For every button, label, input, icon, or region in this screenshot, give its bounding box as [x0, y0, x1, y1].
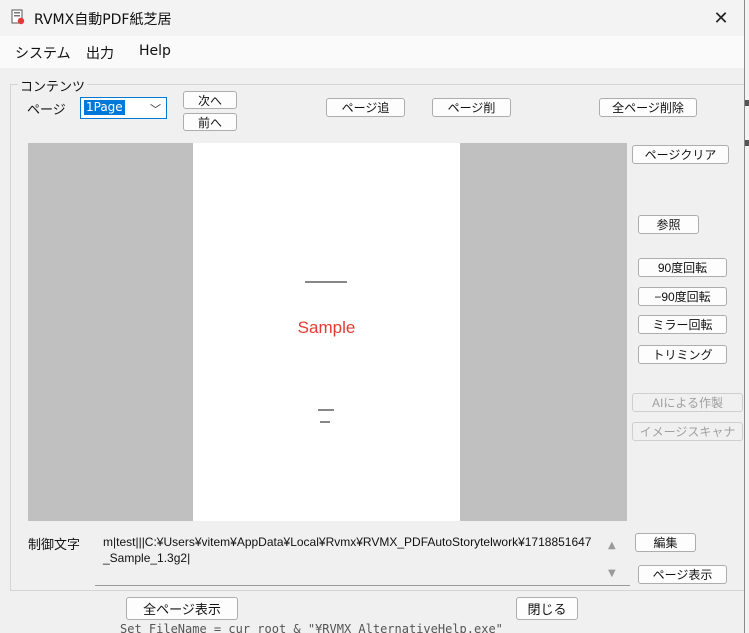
app-icon	[11, 9, 25, 25]
sample-text: Sample	[297, 318, 356, 337]
edit-button[interactable]: 編集	[635, 533, 696, 552]
trimming-button[interactable]: トリミング	[638, 345, 727, 364]
chevron-down-icon[interactable]: ﹀	[150, 101, 161, 117]
app-window: RVMX自動PDF紙芝居 ✕ システム 出力 Help コンテンツ ページ 1P…	[0, 0, 745, 633]
rotate-90-button[interactable]: 90度回転	[638, 258, 727, 277]
page-select-value: 1Page	[84, 100, 125, 115]
menu-output[interactable]: 出力	[86, 43, 114, 63]
preview-canvas: Sample	[28, 143, 627, 521]
page-show-button[interactable]: ページ表示	[638, 565, 727, 584]
control-text[interactable]: m|test|||C:¥Users¥vitem¥AppData¥Local¥Rv…	[103, 534, 597, 566]
background-code-text: Set FileName = cur_root & "¥RVMX_Alterna…	[120, 622, 503, 633]
image-scanner-button[interactable]: イメージスキャナ	[632, 422, 743, 441]
menu-system[interactable]: システム	[15, 43, 71, 63]
scroll-up-icon[interactable]: ▲	[608, 540, 616, 551]
page-label: ページ	[27, 103, 66, 118]
page-date-text	[318, 409, 334, 411]
prev-button[interactable]: 前へ	[183, 113, 237, 131]
delete-all-pages-button[interactable]: 全ページ削除	[599, 98, 697, 117]
contents-group-label: コンテンツ	[18, 76, 88, 95]
rotate-minus-90-button[interactable]: −90度回転	[638, 287, 727, 306]
page-add-button[interactable]: ページ追	[326, 98, 405, 117]
show-all-pages-button[interactable]: 全ページ表示	[126, 597, 238, 620]
title-bar: RVMX自動PDF紙芝居 ✕	[0, 0, 744, 36]
close-icon[interactable]: ✕	[698, 0, 744, 36]
preview-page: Sample	[193, 143, 460, 521]
menu-help[interactable]: Help	[139, 43, 171, 59]
page-delete-button[interactable]: ページ削	[432, 98, 511, 117]
page-header-text	[305, 281, 347, 283]
close-button[interactable]: 閉じる	[516, 597, 578, 620]
control-label: 制御文字	[28, 538, 81, 553]
window-title: RVMX自動PDF紙芝居	[34, 12, 172, 28]
page-select[interactable]: 1Page ﹀	[80, 97, 167, 119]
page-footer-text	[320, 421, 330, 423]
ai-create-button[interactable]: AIによる作製	[632, 393, 743, 412]
page-clear-button[interactable]: ページクリア	[632, 145, 729, 164]
mirror-rotate-button[interactable]: ミラー回転	[638, 315, 727, 334]
scroll-down-icon[interactable]: ▼	[608, 568, 616, 579]
next-button[interactable]: 次へ	[183, 91, 237, 109]
browse-button[interactable]: 参照	[638, 215, 699, 234]
control-textbox[interactable]: m|test|||C:¥Users¥vitem¥AppData¥Local¥Rv…	[95, 526, 630, 586]
